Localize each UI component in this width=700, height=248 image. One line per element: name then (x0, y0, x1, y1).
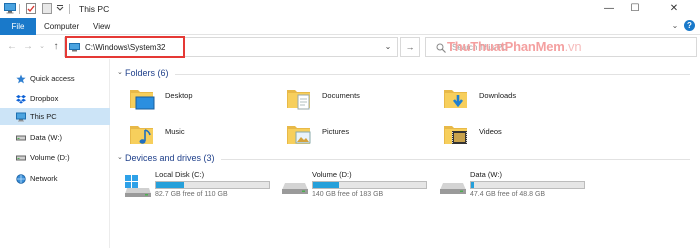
new-folder-icon[interactable] (41, 3, 53, 14)
close-button[interactable]: ✕ (648, 0, 700, 18)
drive-icon (16, 135, 26, 141)
group-title: Devices and drives (3) (125, 153, 215, 163)
folder-music[interactable]: Music (129, 121, 279, 147)
expand-ribbon-button[interactable]: ⌄ (670, 21, 680, 31)
drive-icon (440, 183, 466, 194)
network-icon (16, 174, 26, 184)
drives-group-header[interactable]: ⌄ Devices and drives (3) (113, 152, 700, 166)
title-separator (19, 4, 20, 14)
title-bar: This PC — ☐ ✕ (0, 0, 700, 18)
folder-label: Videos (479, 127, 502, 136)
sidebar-item-quick-access[interactable]: Quick access (0, 70, 110, 87)
folders-group-header[interactable]: ⌄ Folders (6) (113, 67, 700, 81)
recent-locations-button[interactable]: ⌄ (36, 41, 48, 53)
drive-volume-d[interactable]: Volume (D:) 140 GB free of 183 GB (282, 169, 442, 203)
up-button[interactable]: ↑ (50, 41, 62, 53)
folder-downloads[interactable]: Downloads (443, 85, 593, 111)
back-button[interactable]: ← (6, 41, 18, 53)
drive-name: Volume (D:) (312, 170, 352, 179)
sidebar-item-label: Volume (D:) (30, 153, 70, 162)
sidebar-item-dropbox[interactable]: Dropbox (0, 90, 110, 107)
folder-videos[interactable]: Videos (443, 121, 593, 147)
folder-label: Desktop (165, 91, 193, 100)
drive-icon (16, 155, 26, 161)
sidebar-item-data-w[interactable]: Data (W:) (0, 129, 110, 146)
help-icon[interactable]: ? (684, 20, 695, 31)
navigation-pane: Quick access Dropbox This PC Data (W:) V… (0, 59, 110, 248)
sidebar-item-this-pc[interactable]: This PC (0, 108, 110, 125)
drive-usage-bar (312, 181, 427, 189)
sidebar-item-label: Dropbox (30, 94, 59, 103)
pictures-folder-icon (287, 126, 311, 144)
drive-data-w[interactable]: Data (W:) 47.4 GB free of 48.8 GB (440, 169, 600, 203)
drive-name: Data (W:) (470, 170, 502, 179)
drive-usage-fill (156, 182, 185, 188)
drive-free-space: 82.7 GB free of 110 GB (155, 191, 228, 198)
title-separator (69, 4, 70, 14)
music-folder-icon (130, 126, 153, 144)
properties-icon[interactable] (25, 3, 37, 14)
forward-button[interactable]: → (22, 41, 34, 53)
go-button[interactable]: → (400, 37, 420, 57)
drive-usage-fill (471, 182, 475, 188)
pc-icon (16, 112, 26, 122)
tab-computer[interactable]: Computer (44, 18, 79, 35)
group-divider (221, 159, 690, 160)
sidebar-item-label: Quick access (30, 74, 75, 83)
drive-usage-bar (155, 181, 270, 189)
drive-usage-fill (313, 182, 339, 188)
star-icon (16, 74, 26, 84)
window-title: This PC (79, 4, 110, 14)
sidebar-item-network[interactable]: Network (0, 170, 110, 187)
drive-name: Local Disk (C:) (155, 170, 205, 179)
drive-free-space: 140 GB free of 183 GB (312, 191, 384, 198)
folder-documents[interactable]: Documents (286, 85, 436, 111)
watermark: ThuThuatPhanMem.vn (447, 39, 582, 54)
maximize-button[interactable]: ☐ (622, 0, 648, 18)
dropbox-icon (16, 95, 26, 104)
search-icon (436, 43, 446, 53)
desktop-folder-icon (130, 90, 155, 110)
chevron-down-icon[interactable]: ⌄ (117, 69, 125, 77)
folder-label: Pictures (322, 127, 350, 136)
customize-toolbar-icon[interactable] (54, 3, 66, 14)
sidebar-item-label: Data (W:) (30, 133, 62, 142)
tab-file[interactable]: File (0, 18, 36, 35)
group-title: Folders (6) (125, 68, 169, 78)
sidebar-item-label: This PC (30, 112, 57, 121)
address-highlight-box (65, 36, 185, 58)
documents-folder-icon (287, 90, 310, 110)
downloads-folder-icon (444, 90, 467, 108)
content-pane: ⌄ Folders (6) Desktop Documents Download… (113, 59, 700, 248)
drive-icon (282, 183, 308, 194)
folder-label: Downloads (479, 91, 517, 100)
drive-local-disk-c[interactable]: Local Disk (C:) 82.7 GB free of 110 GB (125, 169, 285, 203)
address-dropdown-button[interactable]: ⌄ (383, 42, 393, 52)
minimize-button[interactable]: — (596, 0, 622, 18)
chevron-down-icon[interactable]: ⌄ (117, 154, 125, 162)
group-divider (175, 74, 690, 75)
videos-folder-icon (444, 126, 467, 144)
folder-label: Music (165, 127, 185, 136)
ribbon-tabs: File Computer View ⌄ ? (0, 18, 700, 35)
sidebar-item-volume-d[interactable]: Volume (D:) (0, 149, 110, 166)
drive-free-space: 47.4 GB free of 48.8 GB (470, 191, 546, 198)
folder-pictures[interactable]: Pictures (286, 121, 436, 147)
tab-view[interactable]: View (93, 18, 110, 35)
windows-drive-icon (125, 175, 151, 197)
drive-usage-bar (470, 181, 585, 189)
pc-icon[interactable] (4, 3, 16, 14)
sidebar-item-label: Network (30, 174, 58, 183)
folder-desktop[interactable]: Desktop (129, 85, 279, 111)
folder-label: Documents (322, 91, 360, 100)
